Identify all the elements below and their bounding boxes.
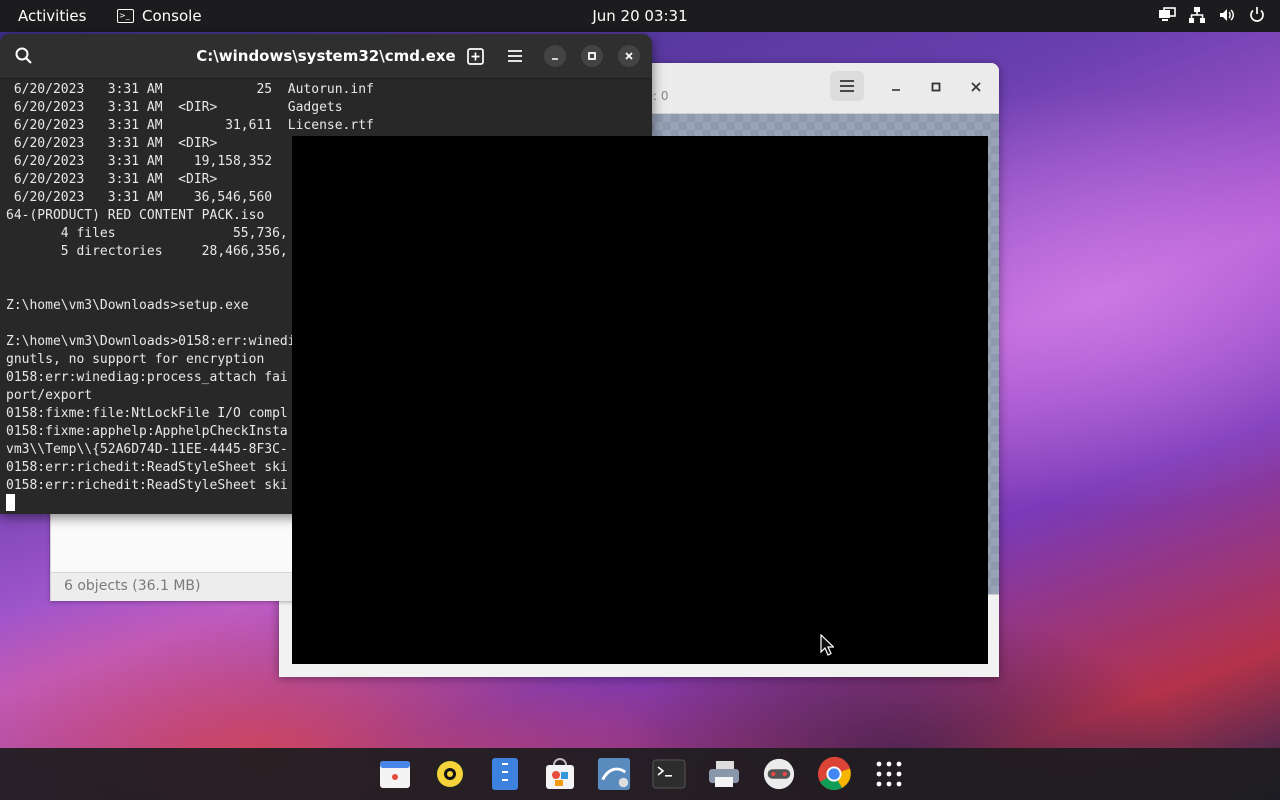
terminal-line: 6/20/2023 3:31 AM 25 Autorun.inf [6,82,374,97]
mouse-pointer-icon [820,634,834,656]
volume-icon[interactable] [1218,6,1236,24]
system-tray[interactable] [1158,6,1266,24]
terminal-minimize-button[interactable] [544,45,566,67]
power-icon[interactable] [1248,6,1266,24]
terminal-line: 6/20/2023 3:31 AM <DIR> Gadgets [6,100,343,115]
terminal-menu-button[interactable] [504,45,526,67]
terminal-icon[interactable] [652,757,686,791]
chrome-icon[interactable] [817,756,851,791]
terminal-maximize-button[interactable] [581,45,603,67]
close-button[interactable] [966,77,986,97]
printer-icon[interactable] [707,757,741,791]
dock [0,748,1280,800]
rhythmbox-icon[interactable] [433,757,467,791]
display-icon[interactable] [1158,6,1176,24]
terminal-close-button[interactable] [618,45,640,67]
blank-black-window[interactable] [292,136,988,664]
minimize-icon [892,89,900,91]
close-icon [625,52,633,60]
new-tab-button[interactable] [464,45,486,67]
maximize-icon [931,82,941,92]
menu-icon [840,80,854,92]
files-icon[interactable] [488,757,522,791]
calendar-icon[interactable] [378,757,412,791]
app-name: Console [142,7,202,25]
clock[interactable]: Jun 20 03:31 [592,7,687,25]
wine-icon[interactable] [597,757,631,791]
game-controller-icon[interactable] [762,757,796,791]
app-menu[interactable]: >_ Console [117,7,202,25]
new-tab-icon [466,47,484,65]
minimize-button[interactable] [886,77,906,97]
maximize-button[interactable] [926,77,946,97]
network-icon[interactable] [1188,6,1206,24]
close-icon [971,82,981,92]
files-window[interactable]: 6 objects (36.1 MB) [50,500,302,601]
menu-button[interactable] [830,71,864,101]
minimize-icon [552,58,558,60]
console-icon: >_ [117,9,134,23]
status-text: 6 objects (36.1 MB) [64,578,201,594]
activities-button[interactable]: Activities [18,7,86,25]
software-center-icon[interactable] [543,757,577,791]
status-bar: 6 objects (36.1 MB) [51,572,301,601]
top-bar: Activities >_ Console Jun 20 03:31 [0,0,1280,32]
maximize-icon [588,52,596,60]
terminal-header: C:\windows\system32\cmd.exe [0,34,652,79]
app-grid-icon[interactable] [872,757,906,791]
terminal-line: 6/20/2023 3:31 AM 31,611 License.rtf [6,118,374,133]
menu-icon [508,50,522,62]
text-cursor [6,494,15,511]
